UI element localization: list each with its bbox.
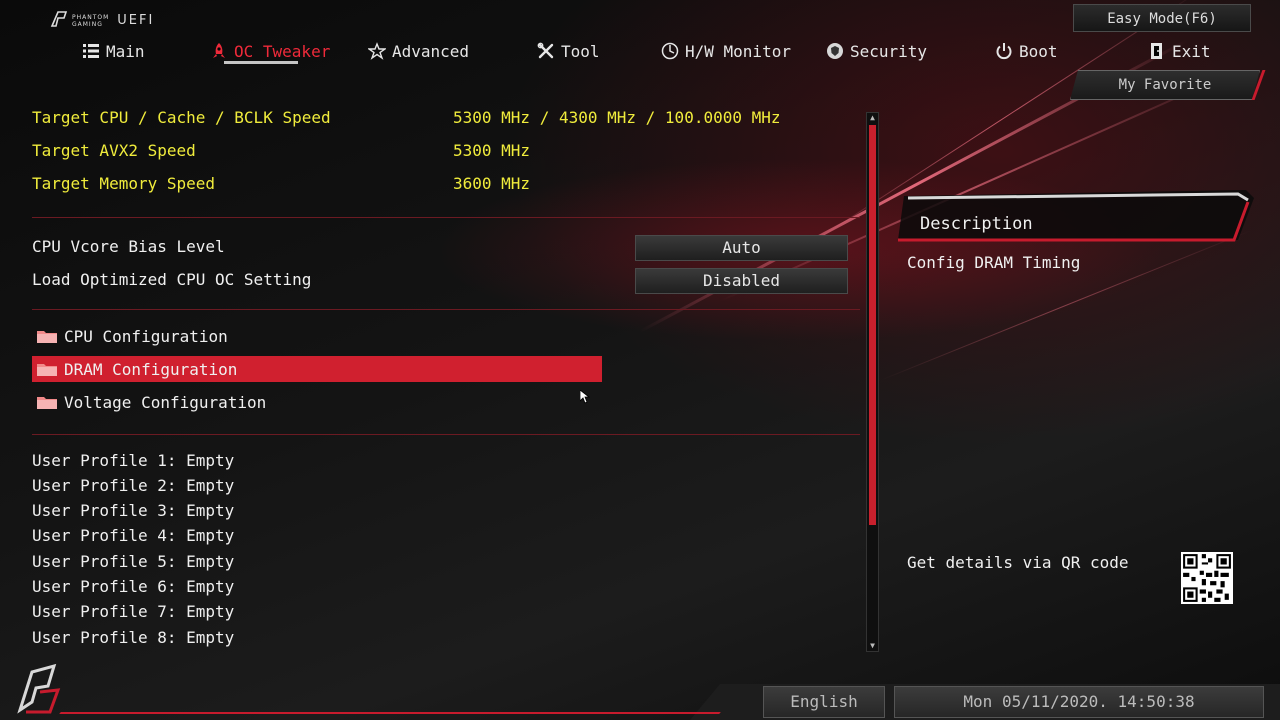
tab-label: Main [106, 41, 145, 61]
phantom-gaming-logo-icon [50, 11, 68, 27]
user-profile-5[interactable]: User Profile 5: Empty [32, 552, 234, 571]
folder-icon [37, 397, 57, 409]
user-profile-4[interactable]: User Profile 4: Empty [32, 526, 234, 545]
list-icon [83, 44, 99, 58]
description-text: Config DRAM Timing [907, 253, 1081, 272]
target-cpu-value: 5300 MHz / 4300 MHz / 100.0000 MHz [453, 108, 781, 127]
footer-accent-line [59, 712, 721, 714]
section-divider [32, 217, 860, 218]
menu-cpu-configuration[interactable]: CPU Configuration [32, 323, 602, 349]
target-avx2-label: Target AVX2 Speed [32, 141, 196, 160]
tab-label: Security [850, 41, 928, 61]
phantom-gaming-emblem-icon [17, 663, 61, 714]
folder-icon [37, 331, 57, 343]
easy-mode-button[interactable]: Easy Mode(F6) [1073, 4, 1251, 32]
tab-advanced[interactable]: Advanced [368, 36, 469, 66]
section-divider [32, 309, 860, 310]
brand-line2: GAMING [72, 21, 103, 28]
menu-label: Voltage Configuration [64, 392, 267, 412]
vcore-bias-value[interactable]: Auto [635, 235, 848, 261]
target-cpu-label: Target CPU / Cache / BCLK Speed [32, 108, 331, 127]
tab-main[interactable]: Main [82, 36, 145, 66]
load-optimized-oc-value[interactable]: Disabled [635, 268, 848, 294]
datetime-display: Mon 05/11/2020. 14:50:38 [894, 686, 1264, 718]
folder-icon [37, 364, 57, 376]
monitor-icon [661, 42, 679, 60]
description-title: Description [920, 214, 1033, 234]
tab-exit[interactable]: Exit [1148, 36, 1211, 66]
menu-label: CPU Configuration [64, 326, 228, 346]
brand-uefi: UEFI [117, 13, 155, 28]
tab-label: Advanced [392, 41, 470, 61]
main-nav: Main OC Tweaker Advanced Tool H/W Monito… [0, 36, 1280, 66]
load-optimized-oc-label: Load Optimized CPU OC Setting [32, 270, 312, 289]
qr-code-icon [1181, 552, 1233, 604]
exit-icon [1151, 43, 1162, 59]
scroll-down-icon[interactable]: ▼ [867, 641, 878, 651]
target-memory-value: 3600 MHz [453, 174, 531, 193]
tab-label: Boot [1019, 41, 1058, 61]
user-profile-3[interactable]: User Profile 3: Empty [32, 501, 234, 520]
user-profile-7[interactable]: User Profile 7: Empty [32, 602, 234, 621]
tab-label: H/W Monitor [685, 41, 791, 61]
rocket-icon [213, 43, 225, 58]
tab-label: OC Tweaker [234, 41, 331, 61]
language-button[interactable]: English [763, 686, 885, 718]
menu-label: DRAM Configuration [64, 359, 238, 379]
qr-code-label: Get details via QR code [907, 553, 1129, 572]
tab-tool[interactable]: Tool [537, 36, 600, 66]
mouse-cursor-icon [580, 390, 590, 404]
brand-logo: PHANTOM GAMING UEFI [50, 10, 154, 28]
tools-icon [537, 42, 554, 59]
menu-dram-configuration[interactable]: DRAM Configuration [32, 356, 602, 382]
section-divider [32, 434, 860, 435]
brand-line1: PHANTOM [72, 14, 110, 21]
tab-boot[interactable]: Boot [995, 36, 1058, 66]
shield-icon [827, 43, 843, 59]
user-profile-6[interactable]: User Profile 6: Empty [32, 577, 234, 596]
user-profile-1[interactable]: User Profile 1: Empty [32, 451, 234, 470]
user-profile-2[interactable]: User Profile 2: Empty [32, 476, 234, 495]
target-avx2-value: 5300 MHz [453, 141, 531, 160]
menu-voltage-configuration[interactable]: Voltage Configuration [32, 389, 602, 415]
tab-label: Exit [1172, 41, 1211, 61]
active-tab-indicator [224, 61, 298, 64]
scroll-up-icon[interactable]: ▲ [867, 113, 878, 123]
tab-security[interactable]: Security [826, 36, 927, 66]
vcore-bias-label: CPU Vcore Bias Level [32, 237, 225, 256]
user-profile-8[interactable]: User Profile 8: Empty [32, 628, 234, 647]
scrollbar-thumb[interactable] [869, 125, 876, 525]
target-memory-label: Target Memory Speed [32, 174, 216, 193]
tab-hw-monitor[interactable]: H/W Monitor [661, 36, 791, 66]
tab-label: Tool [561, 41, 600, 61]
star-icon [368, 42, 386, 60]
power-icon [996, 43, 1012, 60]
scrollbar[interactable]: ▲ ▼ [866, 112, 879, 652]
